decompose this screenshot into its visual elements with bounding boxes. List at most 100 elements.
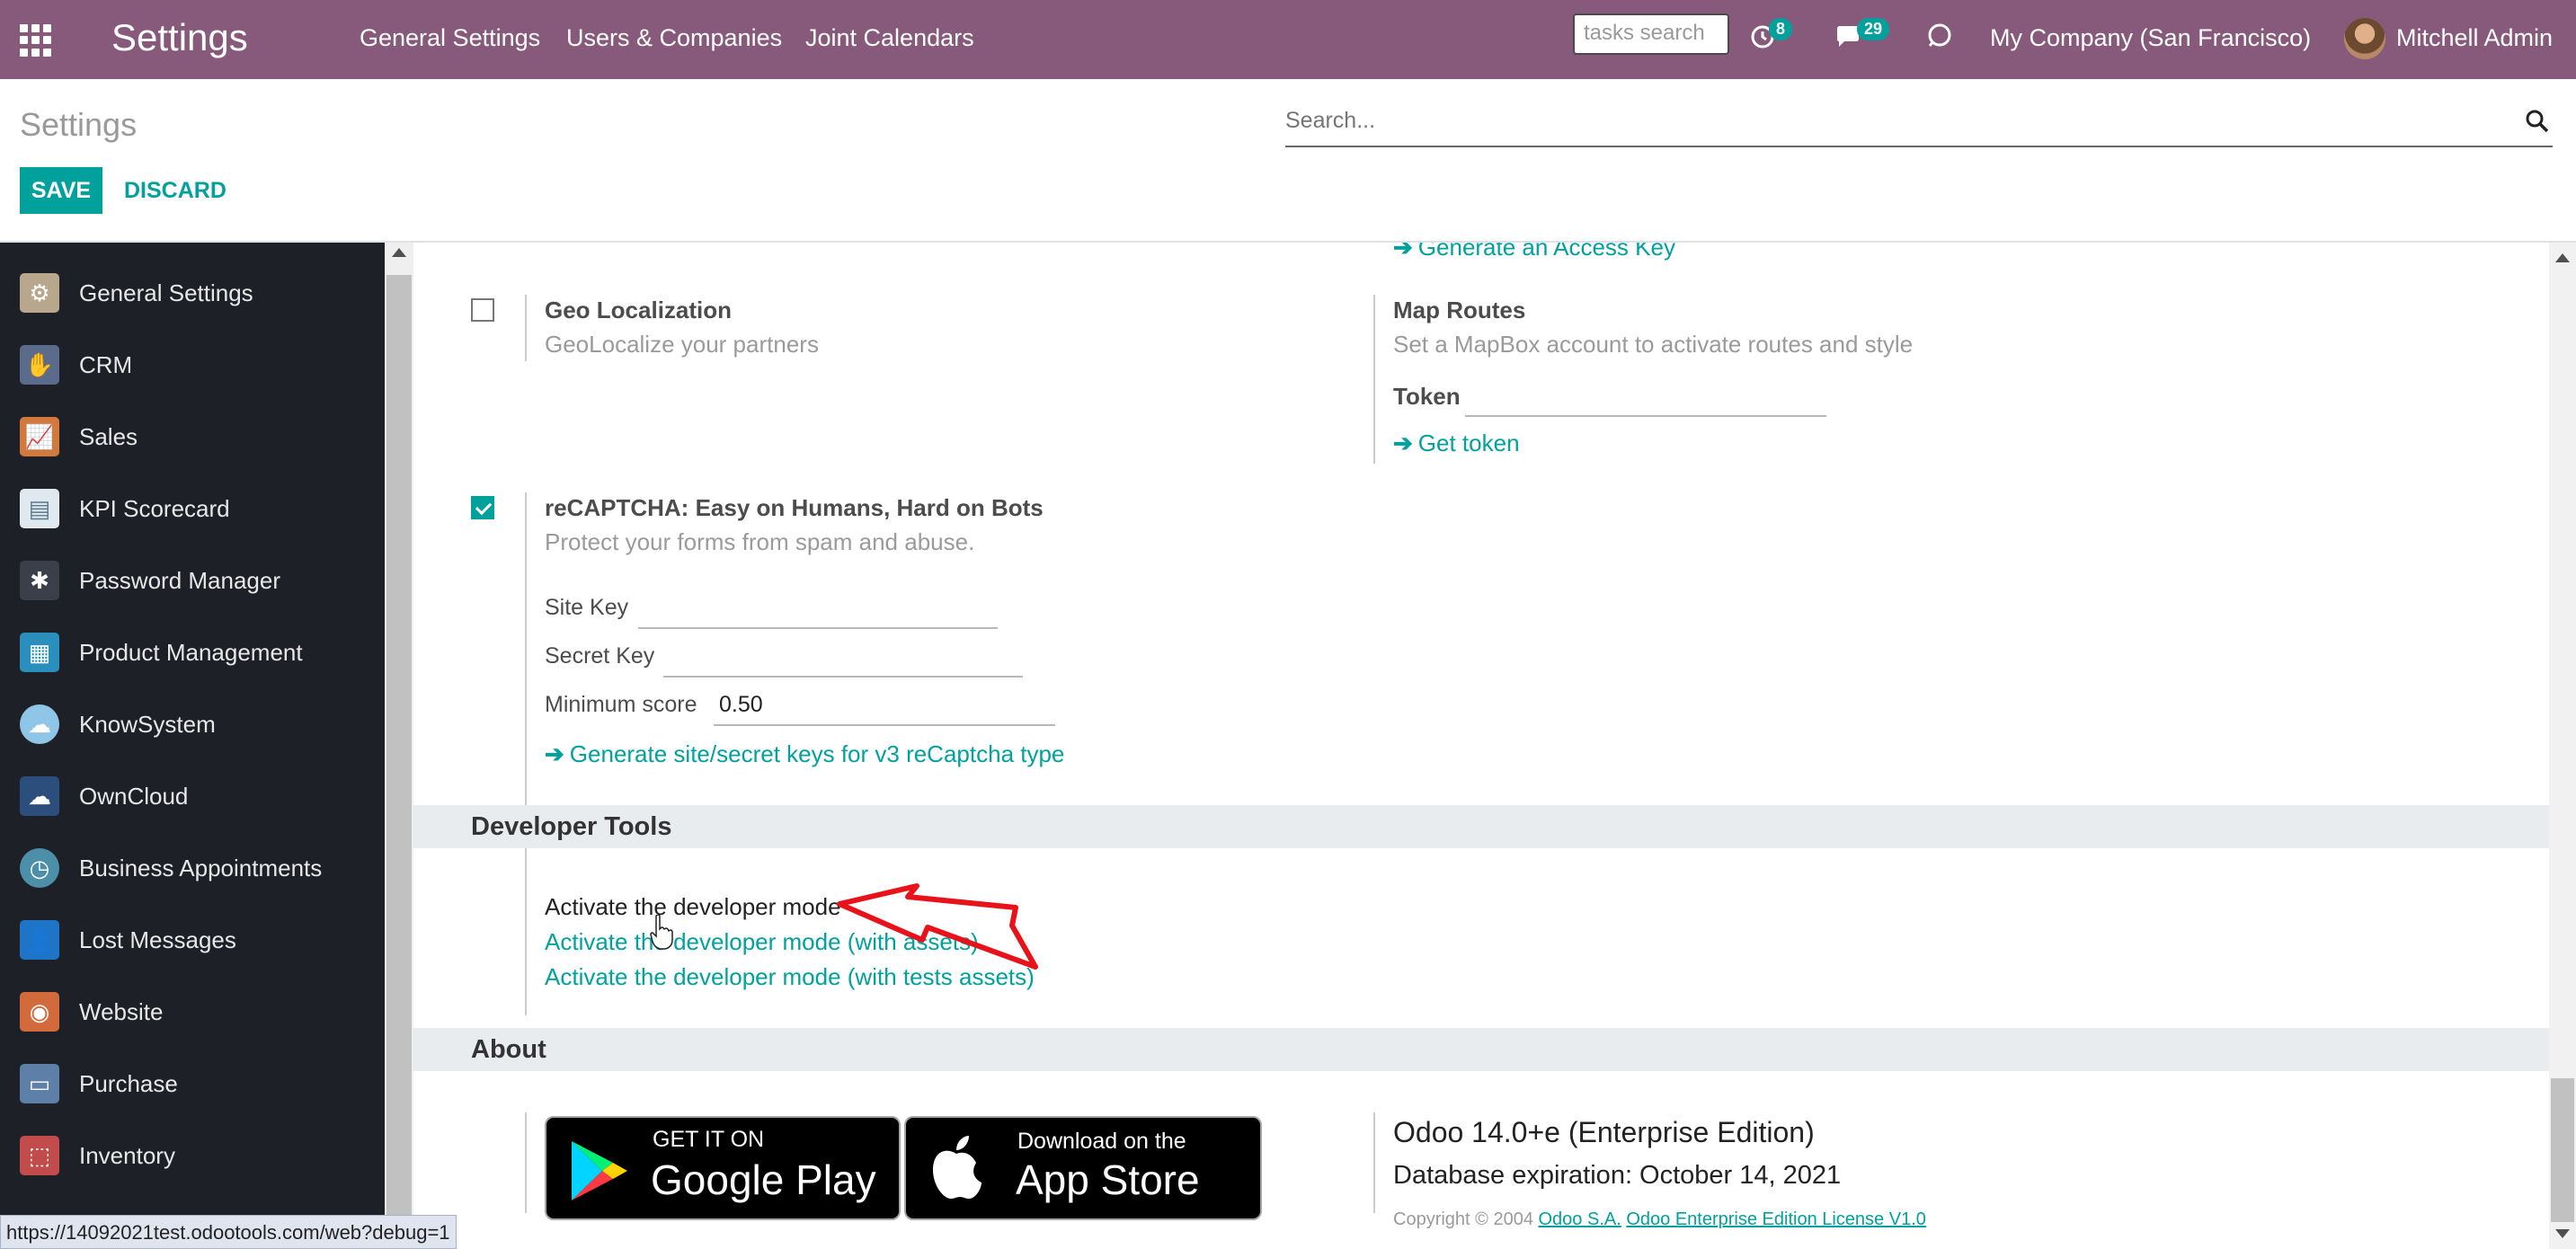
globe-icon: ◉ bbox=[20, 992, 59, 1032]
sidebar-item-general-settings[interactable]: ⚙ General Settings bbox=[0, 257, 385, 329]
sidebar-item-label: OwnCloud bbox=[79, 782, 189, 810]
chart-icon: 📈 bbox=[20, 417, 59, 456]
menu-joint-calendars[interactable]: Joint Calendars bbox=[805, 24, 974, 52]
sidebar-item-label: KPI Scorecard bbox=[79, 494, 230, 522]
arrow-right-icon: ➔ bbox=[1393, 430, 1413, 456]
sidebar-item-label: CRM bbox=[79, 350, 133, 378]
apps-menu-icon[interactable] bbox=[20, 24, 52, 57]
geo-localization-description: GeoLocalize your partners bbox=[545, 331, 819, 358]
company-switcher[interactable]: My Company (San Francisco) bbox=[1990, 24, 2311, 52]
sidebar-item-label: Inventory bbox=[79, 1141, 175, 1169]
google-play-small-text: GET IT ON bbox=[653, 1127, 765, 1152]
clock-icon: ◷ bbox=[20, 848, 59, 888]
arrow-right-icon: ➔ bbox=[545, 740, 564, 767]
messages-badge: 29 bbox=[1857, 18, 1890, 40]
recaptcha-checkbox[interactable] bbox=[471, 496, 494, 519]
search-icon[interactable] bbox=[2524, 108, 2551, 135]
arrow-right-icon: ➔ bbox=[1393, 243, 1413, 261]
content-scrollbar[interactable] bbox=[2549, 243, 2576, 1249]
app-store-big-text: App Store bbox=[1016, 1156, 1200, 1203]
geo-localization-title: Geo Localization bbox=[545, 297, 733, 323]
cloud-icon: ☁ bbox=[20, 776, 59, 816]
product-icon: ▦ bbox=[20, 633, 59, 672]
activity-badge: 8 bbox=[1769, 18, 1793, 40]
refresh-chat-icon[interactable] bbox=[1925, 22, 1954, 50]
site-key-label: Site Key bbox=[545, 595, 629, 620]
divider bbox=[525, 1112, 527, 1213]
user-menu[interactable]: Mitchell Admin bbox=[2396, 24, 2553, 52]
menu-general-settings[interactable]: General Settings bbox=[360, 24, 540, 52]
token-label: Token bbox=[1393, 383, 1461, 410]
sidebar-item-website[interactable]: ◉ Website bbox=[0, 976, 385, 1048]
sidebar-item-business-appointments[interactable]: ◷ Business Appointments bbox=[0, 832, 385, 904]
odoo-sa-link[interactable]: Odoo S.A. bbox=[1539, 1209, 1621, 1229]
card-icon: ▭ bbox=[20, 1064, 59, 1103]
sidebar-item-lost-messages[interactable]: 👤 Lost Messages bbox=[0, 904, 385, 976]
sidebar-item-label: Sales bbox=[79, 422, 138, 450]
settings-sidebar: ⚙ General Settings ✋ CRM 📈 Sales ▤ KPI S… bbox=[0, 243, 385, 1249]
generate-access-key-link[interactable]: ➔ Generate an Access Key bbox=[1393, 243, 1675, 261]
scroll-up-arrow-icon[interactable] bbox=[2555, 253, 2570, 262]
hand-cursor-icon bbox=[650, 915, 673, 950]
min-score-underline bbox=[714, 724, 1055, 726]
scrollbar-thumb[interactable] bbox=[2551, 1078, 2574, 1222]
sidebar-item-label: Product Management bbox=[79, 638, 303, 666]
min-score-label: Minimum score bbox=[545, 692, 697, 717]
search-input[interactable] bbox=[1285, 102, 2454, 134]
sidebar-item-purchase[interactable]: ▭ Purchase bbox=[0, 1048, 385, 1120]
app-store-small-text: Download on the bbox=[1017, 1129, 1186, 1154]
app-title: Settings bbox=[111, 16, 248, 58]
generate-keys-link[interactable]: ➔ Generate site/secret keys for v3 reCapt… bbox=[545, 740, 1064, 768]
map-routes-title: Map Routes bbox=[1393, 297, 1526, 323]
sidebar-scrollbar[interactable] bbox=[385, 243, 413, 1249]
sidebar-item-label: Business Appointments bbox=[79, 854, 323, 881]
divider bbox=[1373, 295, 1375, 464]
scroll-up-arrow-icon[interactable] bbox=[392, 248, 406, 257]
sidebar-item-knowsystem[interactable]: ☁ KnowSystem bbox=[0, 688, 385, 760]
developer-tools-header: Developer Tools bbox=[413, 805, 2549, 848]
token-input[interactable] bbox=[1467, 383, 1826, 415]
top-navbar: Settings General Settings Users & Compan… bbox=[0, 0, 2576, 79]
scrollbar-thumb[interactable] bbox=[386, 275, 412, 1249]
sidebar-item-kpi-scorecard[interactable]: ▤ KPI Scorecard bbox=[0, 473, 385, 545]
sidebar-item-product-management[interactable]: ▦ Product Management bbox=[0, 616, 385, 688]
min-score-input[interactable]: 0.50 bbox=[719, 692, 1052, 722]
sidebar-item-label: Password Manager bbox=[79, 566, 280, 594]
google-play-button[interactable]: GET IT ON Google Play bbox=[545, 1116, 901, 1220]
password-icon: ✱ bbox=[20, 561, 59, 600]
breadcrumb: Settings bbox=[20, 106, 138, 143]
user-avatar[interactable] bbox=[2344, 18, 2385, 59]
scorecard-icon: ▤ bbox=[20, 489, 59, 528]
secret-key-input[interactable] bbox=[665, 643, 1021, 674]
scroll-down-arrow-icon[interactable] bbox=[2555, 1229, 2570, 1238]
activate-developer-mode-link[interactable]: Activate the developer mode bbox=[545, 893, 841, 921]
discard-button[interactable]: DISCARD bbox=[124, 167, 227, 214]
tasks-search-input[interactable]: tasks search bbox=[1573, 13, 1729, 55]
site-key-underline bbox=[638, 627, 998, 629]
sidebar-item-password-manager[interactable]: ✱ Password Manager bbox=[0, 545, 385, 616]
sidebar-item-label: KnowSystem bbox=[79, 710, 216, 738]
apple-icon bbox=[933, 1136, 982, 1199]
menu-users-companies[interactable]: Users & Companies bbox=[566, 24, 782, 52]
app-store-button[interactable]: Download on the App Store bbox=[904, 1116, 1262, 1220]
site-key-input[interactable] bbox=[640, 595, 996, 625]
handshake-icon: ✋ bbox=[20, 345, 59, 385]
divider bbox=[525, 891, 527, 988]
save-button[interactable]: SAVE bbox=[20, 167, 102, 214]
sidebar-item-sales[interactable]: 📈 Sales bbox=[0, 401, 385, 473]
copyright-text: Copyright © 2004 bbox=[1393, 1209, 1533, 1229]
get-token-link[interactable]: ➔ Get token bbox=[1393, 430, 1520, 457]
database-expiration: Database expiration: October 14, 2021 bbox=[1393, 1161, 1842, 1190]
sidebar-item-label: General Settings bbox=[79, 279, 253, 306]
copyright-line: Copyright © 2004 Odoo S.A. Odoo Enterpri… bbox=[1393, 1209, 1926, 1230]
browser-status-url: https://14092021test.odootools.com/web?d… bbox=[0, 1215, 457, 1249]
box-icon: ⬚ bbox=[20, 1136, 59, 1175]
sidebar-item-owncloud[interactable]: ☁ OwnCloud bbox=[0, 760, 385, 832]
divider bbox=[1373, 1112, 1375, 1213]
secret-key-underline bbox=[663, 676, 1023, 678]
sidebar-item-crm[interactable]: ✋ CRM bbox=[0, 329, 385, 401]
license-link[interactable]: Odoo Enterprise Edition License V1.0 bbox=[1626, 1209, 1926, 1229]
sidebar-item-inventory[interactable]: ⬚ Inventory bbox=[0, 1120, 385, 1191]
geo-localization-checkbox[interactable] bbox=[471, 298, 494, 322]
settings-content: ➔ Generate an Access Key Geo Localization… bbox=[413, 243, 2549, 1249]
